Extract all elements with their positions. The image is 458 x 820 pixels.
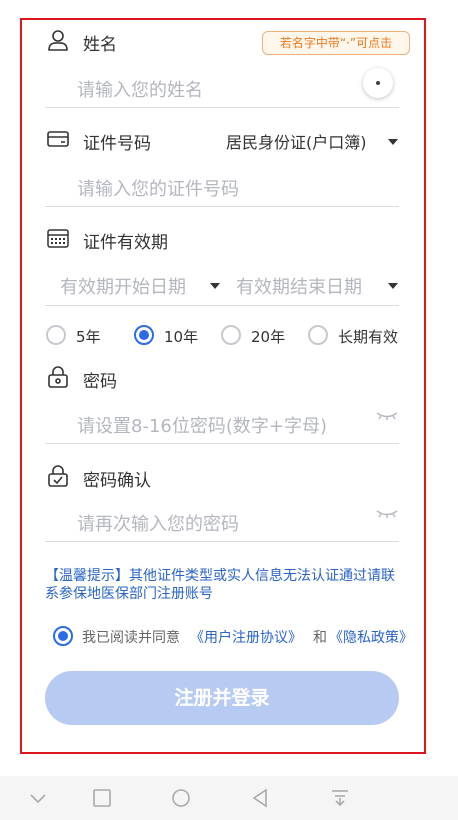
id-type-select[interactable]: 居民身份证(户口簿): [226, 129, 367, 153]
eye-closed-icon[interactable]: [375, 508, 399, 522]
agreement-prefix: 我已阅读并同意: [82, 630, 180, 646]
dot-tooltip: 若名字中带“·”可点击: [262, 31, 410, 55]
radio-20-years-label: 20年: [251, 328, 286, 346]
square-icon[interactable]: [92, 788, 112, 808]
name-label: 姓名: [83, 35, 117, 55]
person-icon: [48, 30, 68, 51]
radio-5-years[interactable]: [46, 325, 66, 345]
divider: [45, 206, 399, 207]
eye-closed-icon[interactable]: [375, 410, 399, 424]
radio-permanent[interactable]: [308, 325, 328, 345]
confirm-password-input[interactable]: 请再次输入您的密码: [77, 510, 239, 536]
radio-20-years[interactable]: [221, 325, 241, 345]
system-nav-bar: [0, 776, 458, 820]
confirm-password-label: 密码确认: [83, 471, 151, 491]
lock-check-icon: [48, 465, 68, 487]
id-card-icon: [47, 131, 69, 147]
radio-10-years-label: 10年: [164, 328, 199, 346]
divider: [45, 443, 399, 444]
chevron-down-icon[interactable]: [210, 283, 220, 289]
back-triangle-icon[interactable]: [250, 788, 270, 808]
password-input[interactable]: 请设置8-16位密码(数字+字母): [77, 412, 327, 438]
chevron-down-icon[interactable]: [28, 790, 48, 806]
id-number-label: 证件号码: [83, 134, 151, 154]
warm-tip: 【温馨提示】其他证件类型或实人信息无法认证通过请联系参保地医保部门注册账号: [45, 568, 395, 602]
radio-5-years-label: 5年: [76, 328, 101, 346]
divider: [45, 305, 399, 306]
lock-icon: [48, 366, 68, 388]
divider: [45, 541, 399, 542]
name-input[interactable]: 请输入您的姓名: [77, 76, 203, 102]
agreement-checkbox[interactable]: [53, 626, 73, 646]
validity-end-select[interactable]: 有效期结束日期: [236, 273, 362, 299]
privacy-policy-link[interactable]: 《隐私政策》: [329, 627, 413, 647]
chevron-down-icon[interactable]: [388, 139, 398, 145]
password-label: 密码: [83, 372, 117, 392]
agreement-and: 和: [313, 630, 327, 646]
validity-label: 证件有效期: [83, 233, 168, 253]
middle-dot-button[interactable]: [363, 68, 393, 98]
id-number-input[interactable]: 请输入您的证件号码: [77, 175, 239, 201]
calendar-icon: [47, 229, 69, 248]
validity-start-select[interactable]: 有效期开始日期: [60, 273, 186, 299]
download-tray-icon[interactable]: [330, 788, 350, 808]
user-agreement-link[interactable]: 《用户注册协议》: [190, 627, 302, 647]
register-login-button[interactable]: 注册并登录: [45, 671, 399, 725]
radio-10-years[interactable]: [134, 325, 154, 345]
divider: [45, 107, 399, 108]
radio-permanent-label: 长期有效: [338, 328, 399, 346]
dot-icon: [376, 81, 380, 85]
chevron-down-icon[interactable]: [388, 283, 398, 289]
circle-icon[interactable]: [171, 788, 191, 808]
